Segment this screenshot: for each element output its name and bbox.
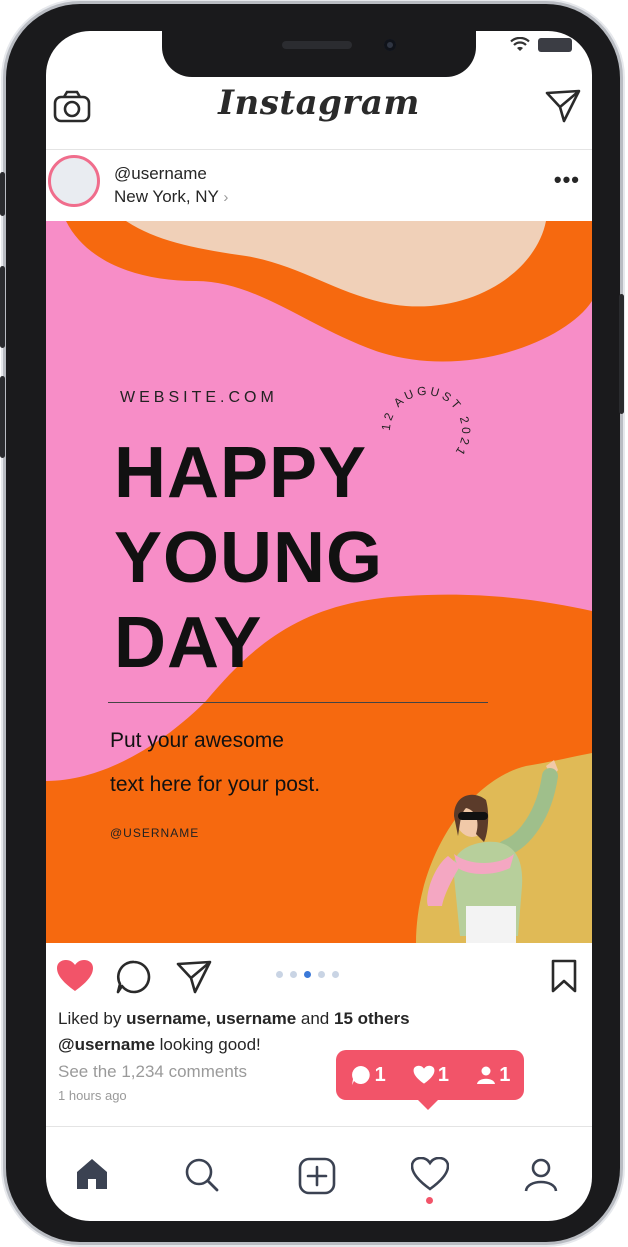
post-handle: @USERNAME (110, 826, 200, 840)
volume-up-button (0, 266, 5, 348)
home-icon[interactable] (74, 1157, 110, 1191)
view-comments-link[interactable]: See the 1,234 comments (58, 1062, 247, 1082)
body-line-2: text here for your post. (110, 773, 321, 796)
notch (162, 31, 476, 77)
post-username[interactable]: @username (114, 164, 207, 184)
battery-icon (538, 38, 572, 52)
carousel-dot-active (304, 971, 311, 978)
chevron-right-icon: › (223, 189, 229, 206)
power-button (619, 294, 624, 414)
share-icon[interactable] (176, 959, 212, 995)
followers-count: 1 (476, 1064, 510, 1087)
post-caption: @username looking good! (58, 1035, 261, 1055)
carousel-dot (290, 971, 297, 978)
likes-count: 1 (413, 1064, 449, 1087)
caption-text: looking good! (159, 1035, 261, 1054)
comments-count-value: 1 (374, 1063, 386, 1086)
status-bar (510, 37, 572, 53)
speaker (282, 41, 352, 49)
post-body-text: Put your awesome text here for your post… (110, 719, 320, 807)
activity-notification[interactable]: 1 1 1 (336, 1050, 524, 1110)
phone-frame: Instagram @username New York, NY › ••• W (0, 4, 624, 1242)
headline-line-3: DAY (114, 603, 263, 683)
activity-heart-icon[interactable] (411, 1157, 449, 1191)
person-icon (477, 1066, 496, 1084)
carousel-dot (276, 971, 283, 978)
carousel-dot (332, 971, 339, 978)
post-website: WEBSITE.COM (120, 389, 278, 406)
bottom-tab-bar (46, 1126, 592, 1221)
likes-count-value: 1 (437, 1063, 450, 1086)
post-headline: HAPPY YOUNG DAY (114, 431, 383, 686)
comments-count: 1 (350, 1064, 386, 1087)
silent-switch (0, 172, 5, 216)
bookmark-icon[interactable] (550, 959, 578, 993)
direct-message-icon[interactable] (544, 87, 582, 125)
heart-icon (413, 1065, 435, 1084)
liked-and: and (300, 1009, 330, 1028)
caption-username[interactable]: @username (58, 1035, 155, 1054)
avatar[interactable] (48, 155, 100, 207)
app-logo: Instagram (218, 83, 420, 123)
post-location[interactable]: New York, NY › (114, 187, 228, 207)
more-options-icon[interactable]: ••• (554, 169, 580, 191)
date-stamp: 12 AUGUST 2021 (379, 384, 473, 460)
liked-prefix: Liked by (58, 1009, 122, 1028)
followers-count-value: 1 (499, 1063, 511, 1086)
svg-text:12 AUGUST 2021: 12 AUGUST 2021 (379, 384, 473, 460)
comment-bubble-icon (351, 1066, 370, 1085)
liked-by-text: Liked by username, username and 15 other… (58, 1009, 410, 1029)
woman-photo (427, 760, 558, 943)
post-image[interactable]: WEBSITE.COM HAPPY YOUNG DAY 12 AUGUST 20… (46, 221, 592, 943)
wifi-icon (510, 37, 530, 51)
stamp-text: 12 AUGUST 2021 (379, 384, 470, 460)
front-camera (384, 39, 396, 51)
liked-others[interactable]: 15 others (334, 1009, 410, 1028)
liked-names[interactable]: username, username (126, 1009, 296, 1028)
search-icon[interactable] (184, 1157, 220, 1193)
carousel-indicator (276, 971, 339, 978)
headline-line-1: HAPPY (114, 433, 368, 513)
post-actions (46, 943, 592, 1003)
carousel-dot (318, 971, 325, 978)
body-line-1: Put your awesome (110, 729, 284, 752)
heart-filled-icon[interactable] (56, 959, 94, 993)
headline-line-2: YOUNG (114, 518, 384, 598)
screen: Instagram @username New York, NY › ••• W (46, 31, 592, 1221)
location-text: New York, NY (114, 187, 219, 206)
comment-icon[interactable] (116, 959, 152, 995)
post-header: @username New York, NY › ••• (46, 149, 592, 222)
activity-indicator-dot (426, 1197, 433, 1204)
post-timestamp: 1 hours ago (58, 1088, 127, 1103)
top-bar: Instagram (46, 79, 592, 150)
profile-icon[interactable] (523, 1157, 559, 1193)
volume-down-button (0, 376, 5, 458)
post-divider (108, 702, 488, 703)
new-post-icon[interactable] (298, 1157, 336, 1195)
